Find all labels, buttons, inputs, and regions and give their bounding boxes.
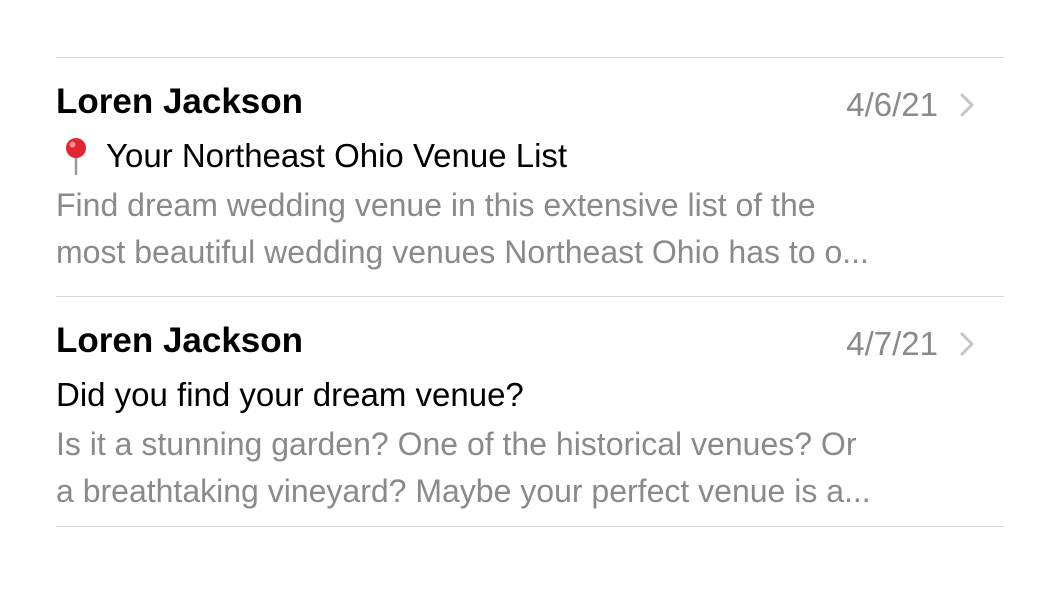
chevron-right-icon [960, 332, 974, 356]
message-row[interactable]: Loren Jackson 4/7/21 Did you find your d… [56, 297, 1004, 526]
message-meta: 4/6/21 [846, 83, 974, 127]
message-preview-line: most beautiful wedding venues Northeast … [56, 234, 869, 270]
message-sender: Loren Jackson [56, 82, 304, 121]
message-preview-line: a breathtaking vineyard? Maybe your perf… [56, 473, 871, 509]
message-sender: Loren Jackson [56, 321, 304, 360]
message-preview-line: Is it a stunning garden? One of the hist… [56, 426, 857, 462]
message-subject: Did you find your dream venue? [56, 373, 524, 417]
message-meta: 4/7/21 [846, 322, 974, 366]
message-row[interactable]: Loren Jackson 4/6/21 Your Northeast Ohio… [56, 58, 1004, 296]
message-subject-text: Your Northeast Ohio Venue List [106, 137, 568, 174]
chevron-right-icon [960, 93, 974, 117]
message-subject-text: Did you find your dream venue? [56, 376, 524, 413]
message-list: Loren Jackson 4/6/21 Your Northeast Ohio… [56, 57, 1004, 527]
round-pushpin-icon [66, 138, 86, 176]
message-preview: Is it a stunning garden? One of the hist… [56, 421, 966, 515]
message-subject: Your Northeast Ohio Venue List [56, 134, 567, 178]
message-preview: Find dream wedding venue in this extensi… [56, 182, 966, 276]
message-preview-line: Find dream wedding venue in this extensi… [56, 187, 816, 223]
message-date: 4/6/21 [846, 86, 938, 123]
message-date: 4/7/21 [846, 325, 938, 362]
bottom-divider [56, 526, 1004, 527]
